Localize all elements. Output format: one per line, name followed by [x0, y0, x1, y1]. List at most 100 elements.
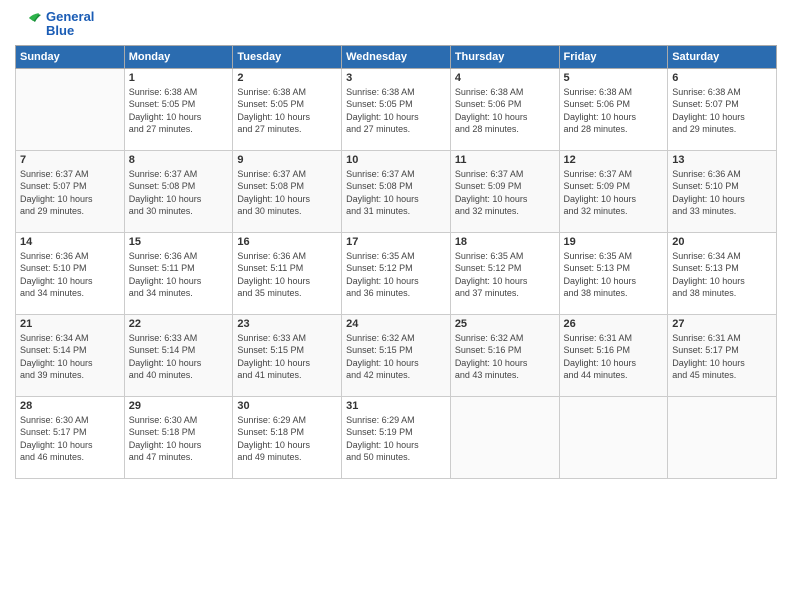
day-number: 7 [20, 154, 120, 166]
col-header-wednesday: Wednesday [342, 45, 451, 68]
day-info: Sunrise: 6:38 AM Sunset: 5:05 PM Dayligh… [346, 86, 446, 136]
calendar-table: SundayMondayTuesdayWednesdayThursdayFrid… [15, 45, 777, 479]
day-info: Sunrise: 6:36 AM Sunset: 5:10 PM Dayligh… [672, 168, 772, 218]
calendar-cell: 8 Sunrise: 6:37 AM Sunset: 5:08 PM Daylig… [124, 150, 233, 232]
day-info: Sunrise: 6:32 AM Sunset: 5:15 PM Dayligh… [346, 332, 446, 382]
day-info: Sunrise: 6:35 AM Sunset: 5:12 PM Dayligh… [346, 250, 446, 300]
logo-text-general: General [46, 10, 94, 24]
header-row: SundayMondayTuesdayWednesdayThursdayFrid… [16, 45, 777, 68]
calendar-cell: 13Sunrise: 6:36 AM Sunset: 5:10 PM Dayli… [668, 150, 777, 232]
week-row-4: 21 Sunrise: 6:34 AM Sunset: 5:14 PM Dayli… [16, 314, 777, 396]
day-info: Sunrise: 6:33 AM Sunset: 5:14 PM Dayligh… [129, 332, 229, 382]
col-header-sunday: Sunday [16, 45, 125, 68]
day-number: 24 [346, 318, 446, 330]
calendar-cell [668, 396, 777, 478]
day-info: Sunrise: 6:37 AM Sunset: 5:08 PM Dayligh… [346, 168, 446, 218]
day-info: Sunrise: 6:38 AM Sunset: 5:07 PM Dayligh… [672, 86, 772, 136]
col-header-tuesday: Tuesday [233, 45, 342, 68]
calendar-cell: 19 Sunrise: 6:35 AM Sunset: 5:13 PM Dayli… [559, 232, 668, 314]
logo-text-blue: Blue [46, 24, 94, 38]
day-info: Sunrise: 6:29 AM Sunset: 5:19 PM Dayligh… [346, 414, 446, 464]
calendar-cell: 4Sunrise: 6:38 AM Sunset: 5:06 PM Daylig… [450, 68, 559, 150]
col-header-monday: Monday [124, 45, 233, 68]
calendar-cell: 30 Sunrise: 6:29 AM Sunset: 5:18 PM Dayli… [233, 396, 342, 478]
day-info: Sunrise: 6:35 AM Sunset: 5:12 PM Dayligh… [455, 250, 555, 300]
day-info: Sunrise: 6:36 AM Sunset: 5:11 PM Dayligh… [237, 250, 337, 300]
calendar-cell: 28 Sunrise: 6:30 AM Sunset: 5:17 PM Dayli… [16, 396, 125, 478]
calendar-cell: 17Sunrise: 6:35 AM Sunset: 5:12 PM Dayli… [342, 232, 451, 314]
day-info: Sunrise: 6:32 AM Sunset: 5:16 PM Dayligh… [455, 332, 555, 382]
calendar-cell: 21 Sunrise: 6:34 AM Sunset: 5:14 PM Dayli… [16, 314, 125, 396]
day-number: 10 [346, 154, 446, 166]
logo: General Blue [15, 10, 94, 39]
day-info: Sunrise: 6:37 AM Sunset: 5:07 PM Dayligh… [20, 168, 120, 218]
col-header-saturday: Saturday [668, 45, 777, 68]
day-number: 19 [564, 236, 664, 248]
day-number: 25 [455, 318, 555, 330]
calendar-cell [16, 68, 125, 150]
day-info: Sunrise: 6:37 AM Sunset: 5:08 PM Dayligh… [129, 168, 229, 218]
day-info: Sunrise: 6:36 AM Sunset: 5:10 PM Dayligh… [20, 250, 120, 300]
day-number: 11 [455, 154, 555, 166]
calendar-cell: 9Sunrise: 6:37 AM Sunset: 5:08 PM Daylig… [233, 150, 342, 232]
day-number: 9 [237, 154, 337, 166]
day-info: Sunrise: 6:38 AM Sunset: 5:06 PM Dayligh… [564, 86, 664, 136]
day-number: 3 [346, 72, 446, 84]
day-number: 5 [564, 72, 664, 84]
day-info: Sunrise: 6:29 AM Sunset: 5:18 PM Dayligh… [237, 414, 337, 464]
calendar-cell: 12 Sunrise: 6:37 AM Sunset: 5:09 PM Dayli… [559, 150, 668, 232]
day-number: 29 [129, 400, 229, 412]
day-number: 1 [129, 72, 229, 84]
day-number: 15 [129, 236, 229, 248]
day-number: 22 [129, 318, 229, 330]
calendar-cell: 10 Sunrise: 6:37 AM Sunset: 5:08 PM Dayli… [342, 150, 451, 232]
calendar-cell: 24 Sunrise: 6:32 AM Sunset: 5:15 PM Dayli… [342, 314, 451, 396]
day-number: 31 [346, 400, 446, 412]
day-info: Sunrise: 6:38 AM Sunset: 5:05 PM Dayligh… [129, 86, 229, 136]
calendar-cell: 15Sunrise: 6:36 AM Sunset: 5:11 PM Dayli… [124, 232, 233, 314]
day-number: 2 [237, 72, 337, 84]
calendar-cell: 16 Sunrise: 6:36 AM Sunset: 5:11 PM Dayli… [233, 232, 342, 314]
day-number: 16 [237, 236, 337, 248]
day-info: Sunrise: 6:34 AM Sunset: 5:14 PM Dayligh… [20, 332, 120, 382]
day-number: 18 [455, 236, 555, 248]
day-number: 27 [672, 318, 772, 330]
day-info: Sunrise: 6:30 AM Sunset: 5:18 PM Dayligh… [129, 414, 229, 464]
day-number: 20 [672, 236, 772, 248]
calendar-cell: 18 Sunrise: 6:35 AM Sunset: 5:12 PM Dayli… [450, 232, 559, 314]
calendar-cell: 5 Sunrise: 6:38 AM Sunset: 5:06 PM Daylig… [559, 68, 668, 150]
logo-bird-icon [15, 10, 43, 38]
calendar-cell: 22 Sunrise: 6:33 AM Sunset: 5:14 PM Dayli… [124, 314, 233, 396]
week-row-2: 7 Sunrise: 6:37 AM Sunset: 5:07 PM Daylig… [16, 150, 777, 232]
day-number: 14 [20, 236, 120, 248]
day-number: 8 [129, 154, 229, 166]
day-info: Sunrise: 6:37 AM Sunset: 5:09 PM Dayligh… [564, 168, 664, 218]
day-number: 26 [564, 318, 664, 330]
calendar-cell: 27Sunrise: 6:31 AM Sunset: 5:17 PM Dayli… [668, 314, 777, 396]
day-number: 28 [20, 400, 120, 412]
calendar-cell: 25 Sunrise: 6:32 AM Sunset: 5:16 PM Dayli… [450, 314, 559, 396]
day-info: Sunrise: 6:30 AM Sunset: 5:17 PM Dayligh… [20, 414, 120, 464]
day-number: 30 [237, 400, 337, 412]
calendar-page: General Blue SundayMondayTuesdayWednesda… [0, 0, 792, 612]
day-number: 6 [672, 72, 772, 84]
calendar-cell: 29 Sunrise: 6:30 AM Sunset: 5:18 PM Dayli… [124, 396, 233, 478]
calendar-cell: 7 Sunrise: 6:37 AM Sunset: 5:07 PM Daylig… [16, 150, 125, 232]
day-number: 12 [564, 154, 664, 166]
calendar-cell: 6 Sunrise: 6:38 AM Sunset: 5:07 PM Daylig… [668, 68, 777, 150]
day-info: Sunrise: 6:38 AM Sunset: 5:05 PM Dayligh… [237, 86, 337, 136]
week-row-1: 1 Sunrise: 6:38 AM Sunset: 5:05 PM Daylig… [16, 68, 777, 150]
calendar-cell: 31 Sunrise: 6:29 AM Sunset: 5:19 PM Dayli… [342, 396, 451, 478]
calendar-cell: 1 Sunrise: 6:38 AM Sunset: 5:05 PM Daylig… [124, 68, 233, 150]
col-header-thursday: Thursday [450, 45, 559, 68]
week-row-5: 28 Sunrise: 6:30 AM Sunset: 5:17 PM Dayli… [16, 396, 777, 478]
calendar-cell: 23Sunrise: 6:33 AM Sunset: 5:15 PM Dayli… [233, 314, 342, 396]
day-info: Sunrise: 6:31 AM Sunset: 5:16 PM Dayligh… [564, 332, 664, 382]
calendar-cell: 26 Sunrise: 6:31 AM Sunset: 5:16 PM Dayli… [559, 314, 668, 396]
day-number: 21 [20, 318, 120, 330]
calendar-cell: 14 Sunrise: 6:36 AM Sunset: 5:10 PM Dayli… [16, 232, 125, 314]
calendar-cell [450, 396, 559, 478]
day-info: Sunrise: 6:35 AM Sunset: 5:13 PM Dayligh… [564, 250, 664, 300]
day-number: 23 [237, 318, 337, 330]
calendar-cell: 20Sunrise: 6:34 AM Sunset: 5:13 PM Dayli… [668, 232, 777, 314]
